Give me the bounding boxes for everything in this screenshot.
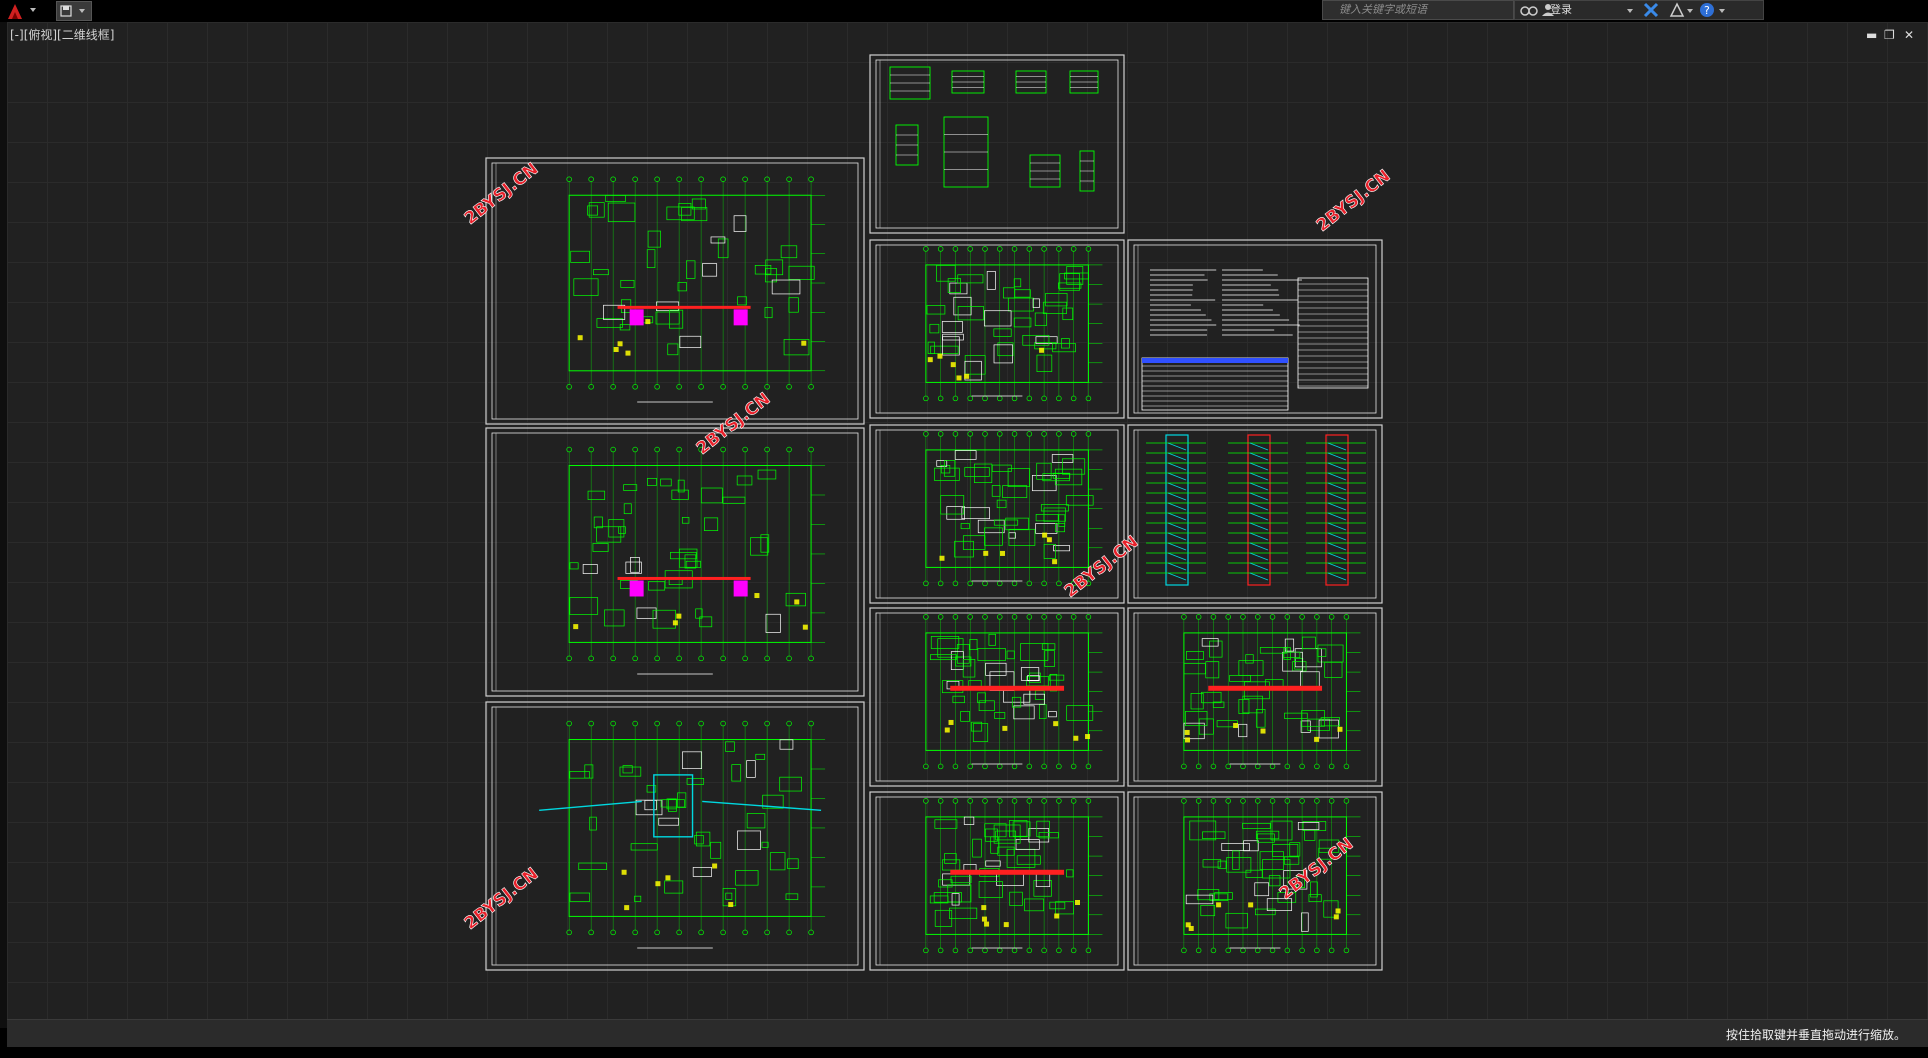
drawing-sheet-9 [1127,239,1383,419]
drawing-sheet-5 [869,239,1125,419]
bottom-edge [0,1047,1928,1058]
drawing-sheet-1 [485,157,865,425]
command-status-bar [7,1019,1928,1048]
drawing-sheet-8 [869,791,1125,971]
watermark-text-1: 2BYSJ.CN [461,159,543,229]
drawing-sheet-4 [869,54,1125,234]
drawing-sheet-2 [485,427,865,697]
drawing-sheet-3 [485,701,865,971]
drawing-sheets: 2BYSJ.CN2BYSJ.CN2BYSJ.CN2BYSJ.CN2BYSJ.CN… [460,54,1395,971]
watermark-text-3: 2BYSJ.CN [461,864,543,934]
drawing-sheet-12 [1127,791,1383,971]
drawing-sheet-11 [1127,607,1383,787]
watermark-text-4: 2BYSJ.CN [1313,166,1395,236]
command-prompt-text: 按住拾取键并垂直拖动进行缩放。 [1725,1028,1906,1042]
drawing-sheet-10 [1127,424,1383,604]
drawing-sheet-7 [869,607,1125,787]
